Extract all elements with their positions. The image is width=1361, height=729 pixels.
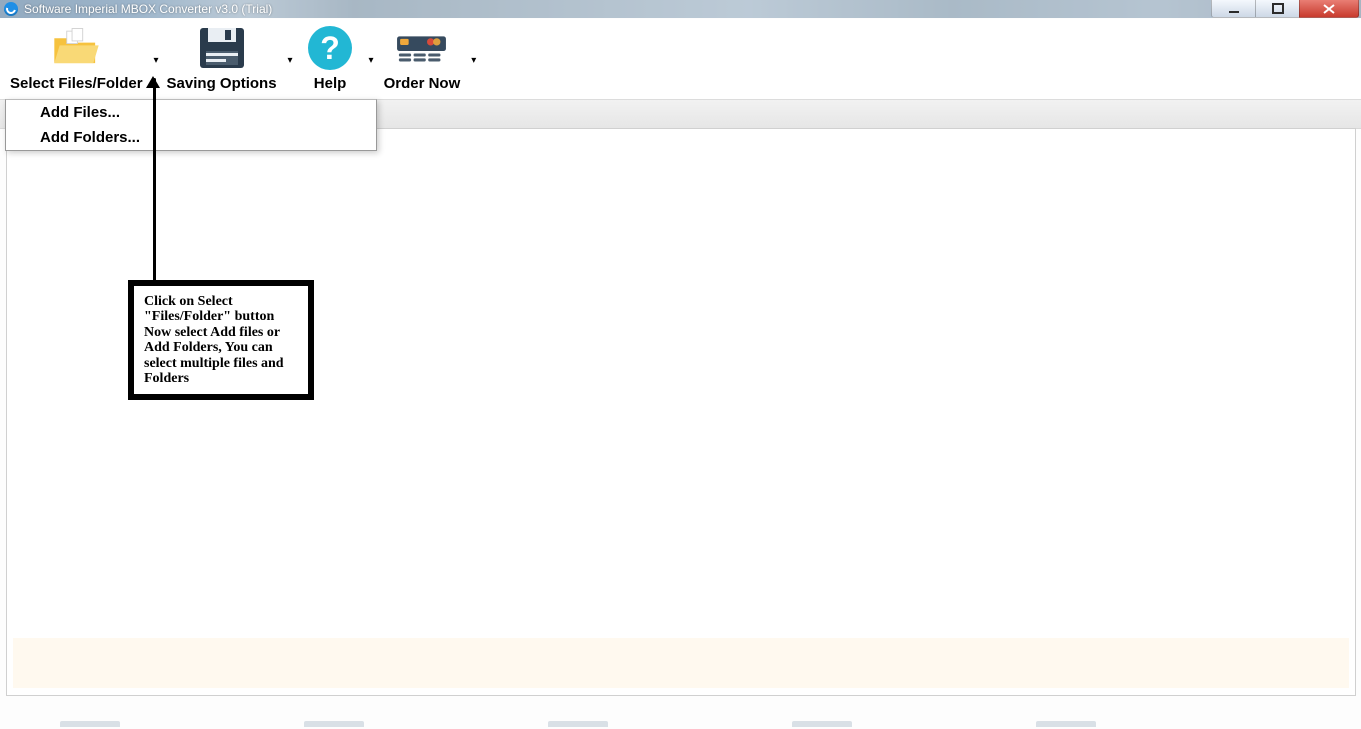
chevron-down-icon: ▾ bbox=[471, 55, 476, 66]
saving-options-button[interactable]: Saving Options ▾ bbox=[157, 19, 287, 99]
maximize-button[interactable] bbox=[1255, 0, 1300, 18]
window-title: Software Imperial MBOX Converter v3.0 (T… bbox=[24, 2, 272, 16]
help-icon: ? bbox=[303, 23, 358, 73]
save-disk-icon bbox=[194, 23, 249, 73]
annotation-callout: Click on Select "Files/Folder" button No… bbox=[128, 280, 314, 400]
saving-options-label: Saving Options bbox=[167, 75, 277, 92]
window-controls bbox=[1212, 0, 1359, 18]
order-now-button[interactable]: Order Now ▾ bbox=[374, 19, 471, 99]
status-band bbox=[13, 638, 1349, 688]
close-icon bbox=[1322, 3, 1336, 15]
add-folders-menu-item[interactable]: Add Folders... bbox=[6, 125, 376, 150]
select-files-folder-button[interactable]: Select Files/Folder ▾ bbox=[0, 19, 153, 99]
annotation-text: Click on Select "Files/Folder" button No… bbox=[144, 294, 298, 386]
help-label: Help bbox=[314, 75, 347, 92]
taskbar-ghost bbox=[0, 721, 1361, 729]
window-titlebar: Software Imperial MBOX Converter v3.0 (T… bbox=[0, 0, 1361, 18]
content-area bbox=[6, 128, 1356, 696]
app-icon bbox=[4, 2, 18, 16]
credit-card-icon bbox=[394, 23, 449, 73]
close-button[interactable] bbox=[1299, 0, 1359, 18]
annotation-arrow bbox=[150, 78, 156, 283]
main-toolbar: Select Files/Folder ▾ Saving Options ▾ ?… bbox=[0, 19, 1361, 100]
svg-text:?: ? bbox=[320, 30, 340, 66]
order-now-label: Order Now bbox=[384, 75, 461, 92]
help-button[interactable]: ? Help ▾ bbox=[293, 19, 368, 99]
maximize-icon bbox=[1272, 3, 1284, 15]
minimize-icon bbox=[1228, 3, 1240, 15]
select-files-folder-label: Select Files/Folder bbox=[10, 75, 143, 92]
add-files-menu-item[interactable]: Add Files... bbox=[6, 100, 376, 125]
folder-open-icon bbox=[49, 23, 104, 73]
minimize-button[interactable] bbox=[1211, 0, 1256, 18]
select-files-folder-dropdown: Add Files... Add Folders... bbox=[5, 99, 377, 151]
